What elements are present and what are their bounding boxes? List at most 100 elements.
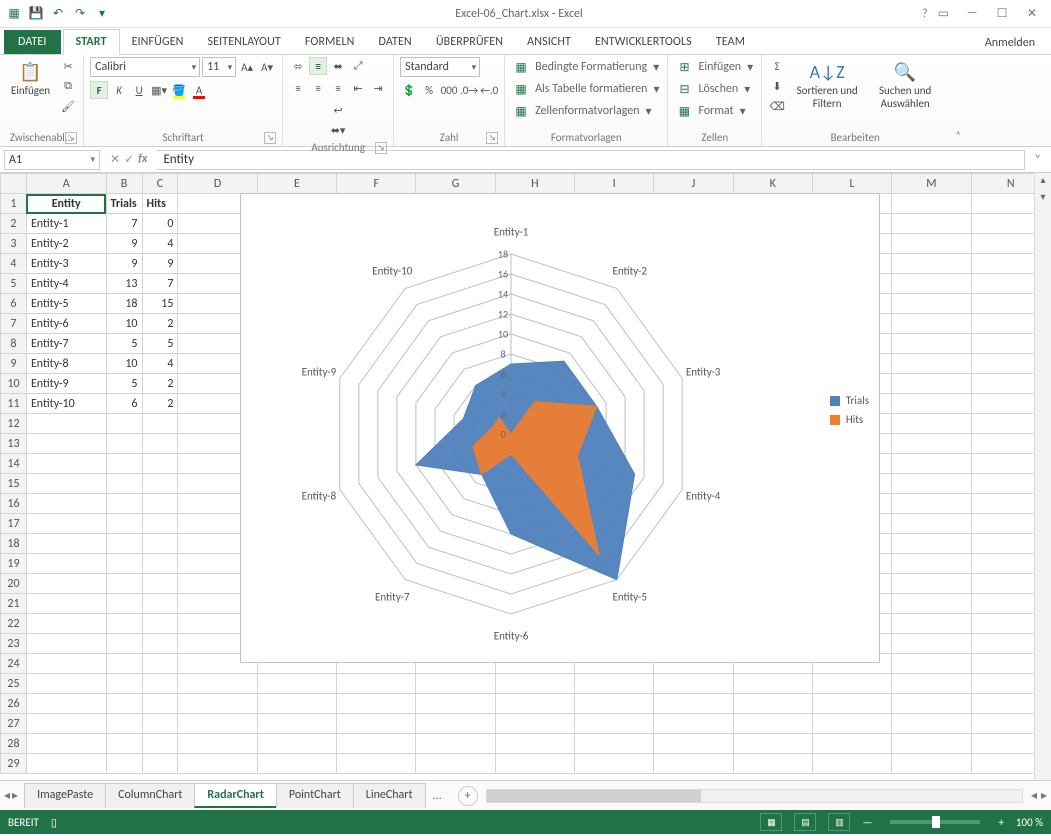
cell-C26[interactable] <box>142 694 178 714</box>
cut-icon[interactable]: ✂ <box>59 57 77 75</box>
row-header-15[interactable]: 15 <box>1 474 27 494</box>
cell-C9[interactable]: 4 <box>142 354 178 374</box>
cell-B24[interactable] <box>106 654 142 674</box>
row-header-26[interactable]: 26 <box>1 694 27 714</box>
cell-M15[interactable] <box>892 474 971 494</box>
cell-A28[interactable] <box>26 734 106 754</box>
save-icon[interactable]: 💾 <box>28 6 44 22</box>
radar-chart[interactable]: Entity-1Entity-2Entity-3Entity-4Entity-5… <box>240 193 880 663</box>
col-header-H[interactable]: H <box>495 174 574 194</box>
cell-H29[interactable] <box>495 754 574 774</box>
tab-formulas[interactable]: FORMELN <box>293 30 367 54</box>
row-header-24[interactable]: 24 <box>1 654 27 674</box>
percent-icon[interactable]: % <box>420 81 438 99</box>
dec-decimal-icon[interactable]: ←.0 <box>480 81 498 99</box>
cell-C4[interactable]: 9 <box>142 254 178 274</box>
cell-A9[interactable]: Entity-8 <box>26 354 106 374</box>
cell-M19[interactable] <box>892 554 971 574</box>
row-header-16[interactable]: 16 <box>1 494 27 514</box>
sheet-tab-linechart[interactable]: LineChart <box>353 783 426 808</box>
cell-M18[interactable] <box>892 534 971 554</box>
horizontal-scrollbar[interactable] <box>486 789 1023 803</box>
cell-A20[interactable] <box>26 574 106 594</box>
row-header-25[interactable]: 25 <box>1 674 27 694</box>
align-top-icon[interactable]: ⬄ <box>289 57 307 75</box>
cell-M5[interactable] <box>892 274 971 294</box>
cell-G26[interactable] <box>416 694 495 714</box>
grow-font-icon[interactable]: A▴ <box>238 58 256 76</box>
cell-B29[interactable] <box>106 754 142 774</box>
help-icon[interactable]: ? <box>922 7 928 21</box>
bold-button[interactable]: F <box>90 81 108 99</box>
row-header-21[interactable]: 21 <box>1 594 27 614</box>
cell-B8[interactable]: 5 <box>106 334 142 354</box>
cell-B4[interactable]: 9 <box>106 254 142 274</box>
row-header-4[interactable]: 4 <box>1 254 27 274</box>
col-header-K[interactable]: K <box>733 174 812 194</box>
cell-H26[interactable] <box>495 694 574 714</box>
row-header-11[interactable]: 11 <box>1 394 27 414</box>
ribbon-display-icon[interactable]: ▭ <box>938 6 949 21</box>
formula-input[interactable]: Entity <box>157 150 1024 170</box>
align-middle-icon[interactable]: ≡ <box>309 57 327 75</box>
cell-C13[interactable] <box>142 434 178 454</box>
cell-H28[interactable] <box>495 734 574 754</box>
cell-A10[interactable]: Entity-9 <box>26 374 106 394</box>
cell-M16[interactable] <box>892 494 971 514</box>
tab-review[interactable]: ÜBERPRÜFEN <box>424 30 515 54</box>
sheet-tab-radarchart[interactable]: RadarChart <box>194 783 276 808</box>
col-header-M[interactable]: M <box>892 174 971 194</box>
col-header-I[interactable]: I <box>575 174 654 194</box>
cell-K26[interactable] <box>733 694 812 714</box>
cell-B16[interactable] <box>106 494 142 514</box>
align-right-icon[interactable]: ≡ <box>329 79 347 97</box>
cell-M17[interactable] <box>892 514 971 534</box>
cell-A25[interactable] <box>26 674 106 694</box>
cell-J26[interactable] <box>654 694 733 714</box>
col-header-A[interactable]: A <box>26 174 106 194</box>
cell-A5[interactable]: Entity-4 <box>26 274 106 294</box>
sign-in-link[interactable]: Anmelden <box>985 36 1051 54</box>
row-header-10[interactable]: 10 <box>1 374 27 394</box>
cell-I27[interactable] <box>575 714 654 734</box>
view-pagelayout-icon[interactable]: ▤ <box>794 813 816 831</box>
hscroll-left-icon[interactable]: ◂ <box>1031 788 1037 803</box>
cell-M28[interactable] <box>892 734 971 754</box>
cell-A8[interactable]: Entity-7 <box>26 334 106 354</box>
cell-C28[interactable] <box>142 734 178 754</box>
format-as-table-button[interactable]: ▦Als Tabelle formatieren ▾ <box>511 79 661 99</box>
cell-G29[interactable] <box>416 754 495 774</box>
cell-E25[interactable] <box>257 674 336 694</box>
tab-pagelayout[interactable]: SEITENLAYOUT <box>196 30 293 54</box>
name-box[interactable]: A1 <box>4 150 100 170</box>
row-header-9[interactable]: 9 <box>1 354 27 374</box>
cell-M25[interactable] <box>892 674 971 694</box>
cell-C2[interactable]: 0 <box>142 214 178 234</box>
scroll-down-icon[interactable]: ▾ <box>1035 190 1051 207</box>
paste-button[interactable]: 📋 Einfügen <box>6 57 55 100</box>
shrink-font-icon[interactable]: A▾ <box>258 58 276 76</box>
cell-E27[interactable] <box>257 714 336 734</box>
tab-data[interactable]: DATEN <box>367 30 424 54</box>
align-left-icon[interactable]: ≡ <box>289 79 307 97</box>
cell-I29[interactable] <box>575 754 654 774</box>
cell-M2[interactable] <box>892 214 971 234</box>
font-color-button[interactable]: A <box>190 81 208 99</box>
format-cells-button[interactable]: ▦Format ▾ <box>674 101 747 121</box>
cell-C3[interactable]: 4 <box>142 234 178 254</box>
cell-M27[interactable] <box>892 714 971 734</box>
wrap-text-button[interactable]: ↩ <box>289 101 387 119</box>
tab-start[interactable]: START <box>63 29 120 55</box>
cell-D25[interactable] <box>178 674 257 694</box>
clear-icon[interactable]: ⌫ <box>768 97 786 115</box>
cell-B11[interactable]: 6 <box>106 394 142 414</box>
number-dialog-launcher[interactable]: ↘ <box>486 132 498 144</box>
row-header-18[interactable]: 18 <box>1 534 27 554</box>
cell-C27[interactable] <box>142 714 178 734</box>
cell-C7[interactable]: 2 <box>142 314 178 334</box>
row-header-27[interactable]: 27 <box>1 714 27 734</box>
cell-L27[interactable] <box>812 714 891 734</box>
zoom-level[interactable]: 100 % <box>1016 816 1043 829</box>
cell-A23[interactable] <box>26 634 106 654</box>
cell-B3[interactable]: 9 <box>106 234 142 254</box>
